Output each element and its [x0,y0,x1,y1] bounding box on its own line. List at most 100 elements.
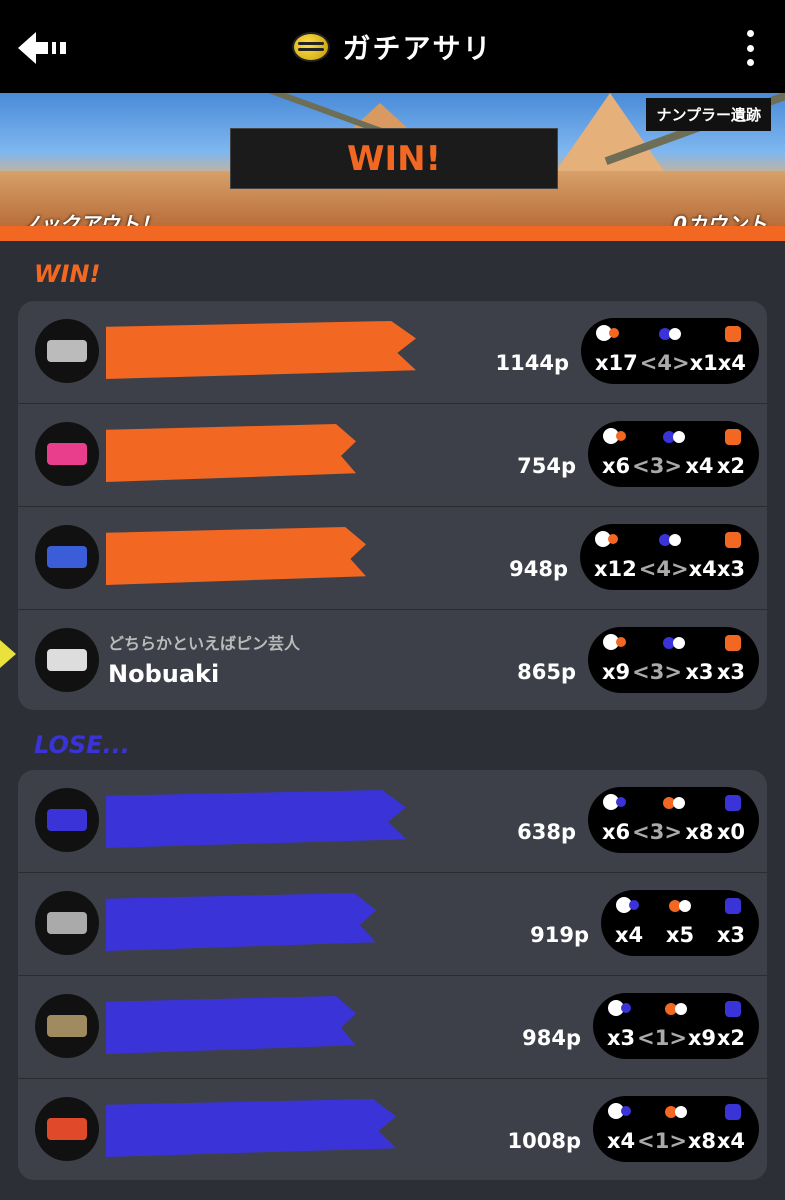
stats-pill: x17<4> x1 x4 [581,318,759,384]
death-count: x9 [687,1026,716,1050]
more-vert-icon[interactable] [747,30,755,66]
death-icon [659,328,681,340]
special-icon [725,795,741,811]
paint-points: 919p [530,923,589,947]
assist-count: <4> [638,557,689,581]
weapon-icon [35,994,99,1058]
hidden-name-paint [106,790,406,848]
special-icon [725,326,741,342]
player-row[interactable]: 638p x6<3> x8 x0 [18,770,767,873]
assist-count: <1> [637,1026,687,1050]
death-icon [662,637,685,649]
player-row[interactable]: 948p x12<4> x4 x3 [18,507,767,610]
kill-count: x3<1> [607,1026,687,1050]
death-count: x8 [685,820,714,844]
death-icon [662,431,685,443]
special-count: x3 [716,660,745,684]
hidden-name-paint [106,893,376,951]
weapon-icon [35,628,99,692]
death-icon [665,1106,687,1118]
paint-points: 754p [517,454,576,478]
special-count: x0 [716,820,745,844]
weapon-icon [35,319,99,383]
kill-count: x4 [615,923,644,947]
lose-team-panel: 638p x6<3> x8 x0 919p x4 x5 x3 984p x3<1> x9 x2 1008… [18,770,767,1180]
special-count: x2 [716,454,745,478]
player-row[interactable]: 754p x6<3> x4 x2 [18,404,767,507]
hidden-name-paint [106,1099,396,1157]
special-count: x3 [716,557,745,581]
stats-pill: x6<3> x4 x2 [588,421,759,487]
splat-icon [603,634,626,650]
hidden-name-paint [106,424,356,482]
player-row[interactable]: 984p x3<1> x9 x2 [18,976,767,1079]
kill-count: x4<1> [607,1129,687,1153]
hidden-name-paint [106,996,356,1054]
kill-count: x12<4> [594,557,689,581]
paint-points: 1008p [507,1129,581,1153]
death-icon [665,1003,687,1015]
splat-icon [603,428,626,444]
stage-name: ナンプラー遺跡 [646,98,771,131]
special-icon [725,635,741,651]
player-row[interactable]: 919p x4 x5 x3 [18,873,767,976]
weapon-icon [35,1097,99,1161]
assist-count: <4> [639,351,690,375]
death-count: x4 [688,557,717,581]
assist-count: <3> [632,454,682,478]
stats-pill: x4<1> x8 x4 [593,1096,759,1162]
death-count: x1 [689,351,718,375]
assist-count: <3> [632,660,682,684]
stats-pill: x9<3> x3 x3 [588,627,759,693]
paint-points: 865p [517,660,576,684]
player-row[interactable]: 1008p x4<1> x8 x4 [18,1079,767,1180]
kill-count: x6<3> [602,454,682,478]
stats-pill: x4 x5 x3 [601,890,759,956]
stats-pill: x6<3> x8 x0 [588,787,759,853]
assist-count: <3> [632,820,682,844]
result-text: WIN! [346,138,442,179]
page-title: ガチアサリ [342,31,493,65]
splat-icon [603,794,626,810]
team-strip [0,226,785,241]
hidden-name-paint [106,321,416,379]
paint-points: 1144p [495,351,569,375]
death-count: x5 [665,923,695,947]
splat-icon [616,897,639,913]
weapon-icon [35,788,99,852]
splat-icon [608,1103,631,1119]
stats-pill: x3<1> x9 x2 [593,993,759,1059]
special-icon [725,429,741,445]
player-row[interactable]: どちらかといえばピン芸人 Nobuaki 865p x9<3> x3 x3 [18,610,767,710]
special-count: x4 [717,351,746,375]
kill-count: x17<4> [595,351,690,375]
weapon-icon [35,525,99,589]
death-count: x4 [685,454,714,478]
assist-count: <1> [637,1129,687,1153]
lose-team-label: LOSE... [34,731,130,759]
splat-icon [595,531,618,547]
special-icon [725,1104,741,1120]
special-icon [725,1001,741,1017]
player-title: どちらかといえばピン芸人 [108,634,301,653]
paint-points: 984p [522,1026,581,1050]
weapon-icon [35,891,99,955]
result-box: WIN! [230,128,558,189]
weapon-icon [35,422,99,486]
death-count: x3 [685,660,714,684]
kill-count: x9<3> [602,660,682,684]
death-icon [658,534,681,546]
app-header: ガチアサリ [0,0,785,93]
kill-count: x6<3> [602,820,682,844]
self-indicator [0,640,16,668]
splat-icon [608,1000,631,1016]
paint-points: 948p [509,557,568,581]
splat-icon [596,325,619,341]
special-count: x2 [716,1026,745,1050]
death-icon [669,900,691,912]
death-count: x8 [687,1129,716,1153]
paint-points: 638p [517,820,576,844]
player-row[interactable]: 1144p x17<4> x1 x4 [18,301,767,404]
win-team-label: WIN! [34,260,101,288]
hidden-name-paint [106,527,366,585]
